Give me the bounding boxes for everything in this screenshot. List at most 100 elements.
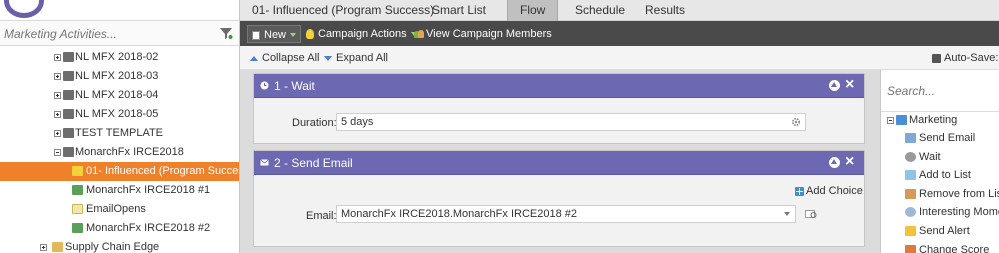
move-up-icon[interactable]: [829, 80, 840, 91]
tree-item-label: TEST TEMPLATE: [75, 127, 164, 139]
toolbar: New Campaign Actions View Campaign Membe…: [240, 21, 999, 46]
email-preview-icon[interactable]: [805, 209, 817, 219]
filter-icon[interactable]: [219, 26, 233, 40]
interesting-moment-icon: [905, 207, 916, 218]
view-campaign-members-button[interactable]: View Campaign Members: [414, 25, 552, 43]
collapse-all-label: Collapse All: [262, 52, 320, 64]
tree-item[interactable]: Supply Chain Edge: [0, 238, 239, 253]
marketing-activities-search: [0, 20, 239, 46]
expand-all-button[interactable]: Expand All: [324, 50, 388, 66]
gear-icon[interactable]: [791, 117, 801, 127]
expand-icon[interactable]: [54, 54, 61, 61]
members-icon: [414, 29, 424, 39]
expand-icon[interactable]: [54, 130, 61, 137]
marketo-logo-icon[interactable]: [4, 0, 44, 18]
expand-icon[interactable]: [54, 111, 61, 118]
tree-item[interactable]: EmailOpens: [0, 200, 239, 219]
duration-value: 5 days: [341, 116, 374, 128]
collapse-arrow-icon: [250, 55, 258, 61]
collapse-icon[interactable]: [54, 149, 61, 156]
new-label: New: [264, 29, 287, 41]
tree-item-label: MonarchFx IRCE2018 #2: [86, 222, 211, 234]
palette-group-label: Marketing: [909, 114, 958, 126]
program-icon: [63, 147, 74, 157]
duration-label: Duration:: [292, 117, 337, 129]
palette-item[interactable]: Wait: [881, 148, 999, 166]
program-icon: [63, 109, 74, 119]
flow-step-wait: 1 - Wait × Duration: 5 days: [253, 73, 865, 144]
palette-item[interactable]: Remove from List: [881, 185, 999, 203]
tab-smart-list[interactable]: Smart List: [420, 0, 498, 21]
expand-icon[interactable]: [54, 92, 61, 99]
expand-icon[interactable]: [40, 244, 47, 251]
move-up-icon[interactable]: [829, 157, 840, 168]
tree-item[interactable]: TEST TEMPLATE: [0, 124, 239, 143]
tab-results[interactable]: Results: [633, 0, 697, 21]
palette-item[interactable]: Send Alert: [881, 222, 999, 240]
palette-item-label: Change Score: [919, 243, 990, 253]
campaign-actions-button[interactable]: Campaign Actions: [306, 25, 417, 43]
email-icon: [72, 185, 83, 195]
logo-area: [0, 0, 239, 20]
tab-flow[interactable]: Flow: [507, 0, 559, 21]
tree-item-label: EmailOpens: [86, 203, 146, 215]
tree-item[interactable]: 01- Influenced (Program Success): [0, 162, 239, 181]
add-choice-button[interactable]: Add Choice: [795, 184, 863, 198]
palette-item-label: Remove from List: [919, 187, 999, 200]
program-icon: [63, 90, 74, 100]
expand-all-label: Expand All: [336, 52, 388, 64]
autosave-indicator: Auto-Save: no: [932, 50, 999, 80]
collapse-icon[interactable]: [887, 117, 894, 124]
view-campaign-members-label: View Campaign Members: [426, 28, 552, 40]
palette-search: [881, 70, 999, 112]
expand-icon[interactable]: [54, 73, 61, 80]
step-title: 2 - Send Email: [274, 156, 353, 170]
tree-item[interactable]: NL MFX 2018-03: [0, 67, 239, 86]
dropdown-caret-icon: [290, 33, 297, 38]
close-icon[interactable]: ×: [845, 77, 857, 93]
palette-item-label: Wait: [919, 150, 941, 163]
palette-item[interactable]: Change Score: [881, 241, 999, 253]
tree-item[interactable]: NL MFX 2018-05: [0, 105, 239, 124]
dropdown-arrow-icon[interactable]: [784, 212, 790, 216]
flow-subbar: Collapse All Expand All Auto-Save: no: [240, 46, 999, 80]
email-icon: [72, 223, 83, 233]
tree-item[interactable]: MonarchFx IRCE2018 #2: [0, 219, 239, 238]
expand-arrow-icon: [324, 55, 332, 61]
flow-actions-palette: Marketing Send Email Wait Add to List Remov…: [880, 70, 999, 253]
marketing-group-icon: [896, 115, 907, 125]
palette-item[interactable]: Add to List: [881, 166, 999, 184]
tab-bar: 01- Influenced (Program Success) Smart L…: [240, 0, 999, 21]
flow-step-send-email: 2 - Send Email × Add Choice Email: Monar…: [253, 150, 865, 247]
collapse-all-button[interactable]: Collapse All: [250, 50, 319, 66]
palette-search-input[interactable]: [887, 82, 995, 100]
step-header[interactable]: 2 - Send Email ×: [254, 151, 864, 175]
palette-group-marketing[interactable]: Marketing: [881, 111, 999, 129]
tree-item-label: NL MFX 2018-04: [75, 89, 159, 101]
palette-item[interactable]: Interesting Moment: [881, 203, 999, 221]
step-header[interactable]: 1 - Wait ×: [254, 74, 864, 98]
tree-item[interactable]: MonarchFx IRCE2018 #1: [0, 181, 239, 200]
list-icon: [72, 204, 83, 214]
email-select[interactable]: MonarchFx IRCE2018.MonarchFx IRCE2018 #2: [336, 205, 796, 223]
add-choice-icon: [795, 186, 804, 196]
step-title: 1 - Wait: [274, 79, 315, 93]
duration-field[interactable]: 5 days: [336, 113, 806, 131]
add-choice-label: Add Choice: [806, 185, 863, 197]
tree-item-label: NL MFX 2018-03: [75, 70, 159, 82]
palette-item[interactable]: Send Email: [881, 129, 999, 147]
campaign-actions-label: Campaign Actions: [318, 28, 407, 40]
close-icon[interactable]: ×: [845, 154, 857, 170]
wait-icon: [905, 151, 916, 162]
tree-search-input[interactable]: [4, 24, 204, 43]
envelope-icon: [260, 159, 269, 166]
tab-schedule[interactable]: Schedule: [563, 0, 637, 21]
tree-item[interactable]: MonarchFx IRCE2018: [0, 143, 239, 162]
tree-item[interactable]: NL MFX 2018-02: [0, 48, 239, 67]
program-icon: [63, 71, 74, 81]
tree-item[interactable]: NL MFX 2018-04: [0, 86, 239, 105]
program-icon: [63, 52, 74, 62]
new-button[interactable]: New: [247, 25, 302, 43]
send-alert-icon: [905, 226, 916, 236]
tab-campaign-name[interactable]: 01- Influenced (Program Success): [240, 0, 446, 21]
